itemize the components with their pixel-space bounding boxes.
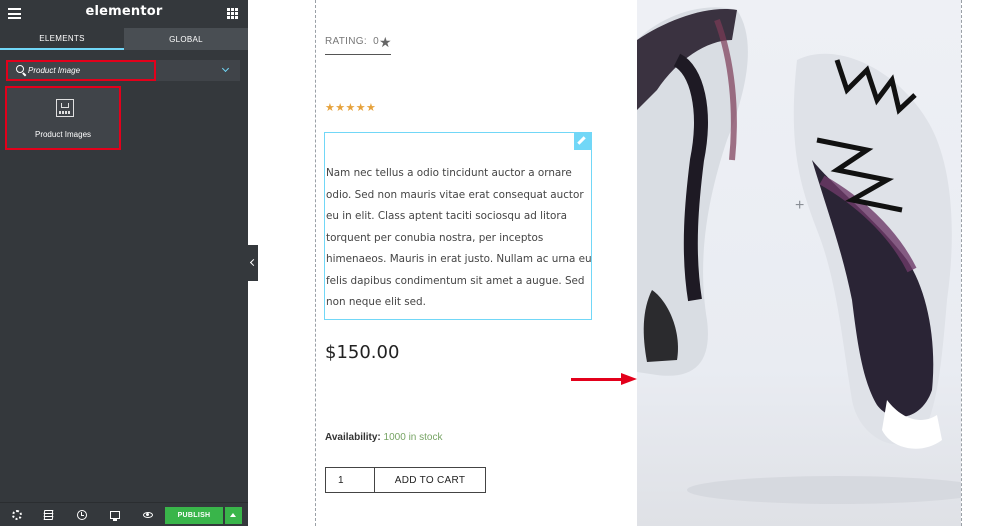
product-images-icon	[56, 99, 74, 117]
brand-logo: elementor	[85, 4, 163, 19]
availability: Availability: 1000 in stock	[325, 432, 442, 443]
widget-label: Product Images	[34, 130, 92, 139]
product-description: Nam nec tellus a odio tincidunt auctor a…	[326, 167, 592, 308]
responsive-icon[interactable]	[110, 511, 120, 521]
search-input[interactable]	[28, 63, 148, 77]
sneakers-image	[637, 7, 961, 504]
panel-tabs: ELEMENTS GLOBAL	[0, 28, 248, 50]
column-border-left	[315, 0, 316, 526]
edit-pencil-icon[interactable]	[574, 132, 592, 150]
star-rating: ★★★★★	[325, 102, 377, 114]
annotation-arrow-line	[571, 378, 623, 381]
column-border-right	[961, 0, 962, 526]
editor-panel: elementor ELEMENTS GLOBAL Product Images…	[0, 0, 248, 526]
rating-underline	[325, 54, 391, 55]
history-icon[interactable]	[77, 510, 87, 520]
panel-header: elementor	[0, 0, 248, 28]
rating-label: RATING:	[325, 36, 367, 47]
tab-global[interactable]: GLOBAL	[124, 28, 248, 50]
add-to-cart-button[interactable]: ADD TO CART	[374, 467, 486, 493]
eye-icon[interactable]	[143, 512, 153, 518]
stock-status: 1000 in stock	[383, 432, 443, 443]
panel-footer: PUBLISH	[0, 502, 248, 526]
search-bar	[6, 60, 240, 81]
gear-icon[interactable]	[12, 510, 22, 520]
rating-text: RATING: 0	[325, 36, 379, 47]
layers-icon[interactable]	[43, 510, 54, 520]
publish-button[interactable]: PUBLISH	[165, 507, 223, 524]
product-image[interactable]	[637, 0, 961, 526]
widgets-grid-icon[interactable]	[227, 8, 238, 19]
tab-elements[interactable]: ELEMENTS	[0, 28, 124, 50]
quantity-input[interactable]	[325, 467, 375, 493]
widget-product-images[interactable]: Product Images	[5, 86, 121, 150]
product-description-widget[interactable]: Nam nec tellus a odio tincidunt auctor a…	[324, 132, 592, 320]
collapse-panel-button[interactable]	[248, 245, 258, 281]
annotation-arrow-icon	[621, 373, 637, 385]
search-icon	[16, 65, 24, 73]
availability-label: Availability:	[325, 432, 381, 443]
add-element-icon[interactable]: +	[795, 197, 804, 215]
chevron-down-icon[interactable]	[221, 64, 230, 73]
product-price: $150.00	[325, 342, 400, 363]
publish-options-button[interactable]	[225, 507, 242, 524]
star-icon: ★	[379, 34, 392, 50]
